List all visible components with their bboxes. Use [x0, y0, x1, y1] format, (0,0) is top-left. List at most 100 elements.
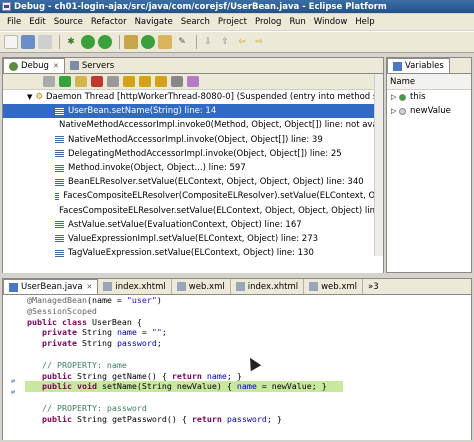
- menu-edit[interactable]: Edit: [25, 17, 49, 27]
- menu-prolog[interactable]: Prolog: [251, 17, 285, 27]
- external-tools-icon[interactable]: [98, 35, 112, 49]
- stack-frame-row[interactable]: FacesCompositeELResolver(CompositeELReso…: [3, 189, 383, 203]
- stack-frame-row[interactable]: NativeMethodAccessorImpl.invoke(Object, …: [3, 133, 383, 147]
- drop-to-frame-icon[interactable]: [171, 76, 183, 87]
- thread-icon: ⚙: [35, 92, 44, 103]
- thread-row[interactable]: ▼ ⚙ Daemon Thread [httpWorkerThread-8080…: [3, 90, 383, 104]
- variable-row[interactable]: ▷ newValue: [387, 104, 471, 118]
- annotation-prev-icon[interactable]: ⇧: [218, 35, 232, 49]
- stack-frame-row[interactable]: FacesCompositeELResolver.setValue(ELCont…: [3, 204, 383, 218]
- tab-label: Variables: [405, 61, 444, 71]
- disconnect-icon[interactable]: [107, 76, 119, 87]
- debug-scrollbar[interactable]: [374, 74, 383, 256]
- editor-tab-label: index.xhtml: [115, 281, 166, 292]
- editor-area: UserBean.java ✕ index.xhtml web.xml index.xh…: [2, 278, 472, 440]
- stack-frame-row[interactable]: DelegatingMethodAccessorImpl.invoke(Obje…: [3, 147, 383, 161]
- menu-search[interactable]: Search: [177, 17, 214, 27]
- debug-icon[interactable]: ✱: [64, 35, 78, 49]
- thread-label: Daemon Thread [httpWorkerThread-8080-0] …: [46, 92, 383, 103]
- code-line: private String password;: [42, 338, 162, 349]
- stack-frame-row[interactable]: NativeMethodAccessorImpl.invoke0(Method,…: [3, 118, 383, 132]
- variables-tabstrip: Variables: [387, 58, 471, 74]
- code-line: @SessionScoped: [27, 305, 97, 316]
- run-icon[interactable]: [81, 35, 95, 49]
- toolbar-separator: [59, 35, 60, 49]
- toolbar-separator: [196, 35, 197, 49]
- expand-arrow-icon[interactable]: ▷: [391, 93, 399, 101]
- menu-window[interactable]: Window: [310, 17, 352, 27]
- new-java-package-icon[interactable]: [124, 35, 138, 49]
- save-icon[interactable]: [21, 35, 35, 49]
- eclipse-icon: [2, 2, 11, 11]
- code-line: public String getName() { return name; }: [42, 370, 242, 381]
- menu-refactor[interactable]: Refactor: [87, 17, 131, 27]
- code-editor[interactable]: ⇄ ⇄ @ManagedBean(name = "user") @Session…: [3, 295, 471, 440]
- menu-source[interactable]: Source: [50, 17, 87, 27]
- tab-variables[interactable]: Variables: [387, 58, 450, 73]
- new-icon[interactable]: [4, 35, 18, 49]
- variables-list: ▷ this ▷ newValue: [387, 90, 471, 118]
- variables-view: Variables Name ▷ this ▷ newValue: [386, 57, 472, 273]
- variable-icon: [399, 107, 406, 115]
- bug-icon: [9, 61, 18, 71]
- expand-triangle-icon[interactable]: ▼: [27, 93, 32, 101]
- xml-file-icon: [103, 282, 113, 291]
- code-line: private String name = "";: [42, 327, 167, 338]
- editor-tab[interactable]: UserBean.java ✕: [3, 279, 99, 294]
- stack-frame-row[interactable]: Method.invoke(Object, Object...) line: 5…: [3, 161, 383, 175]
- menu-run[interactable]: Run: [285, 17, 309, 27]
- annotation-next-icon[interactable]: ⇩: [201, 35, 215, 49]
- menu-file[interactable]: File: [3, 17, 25, 27]
- debug-pointer-icon[interactable]: ⇄: [11, 388, 15, 396]
- step-return-icon[interactable]: [155, 76, 167, 87]
- close-icon[interactable]: ✕: [87, 283, 93, 291]
- print-icon[interactable]: [38, 35, 52, 49]
- new-class-icon[interactable]: [141, 35, 155, 49]
- debug-toolbar: [3, 74, 383, 90]
- resume-icon[interactable]: [59, 76, 71, 87]
- open-type-icon[interactable]: [158, 35, 172, 49]
- editor-tab[interactable]: index.xhtml: [231, 279, 305, 294]
- menu-help[interactable]: Help: [351, 17, 378, 27]
- stack-frame-label: TagValueExpression.setValue(ELContext, O…: [68, 248, 314, 259]
- stack-frame-row[interactable]: ValueExpressionImpl.setValue(ELContext, …: [3, 232, 383, 246]
- editor-tab[interactable]: index.xhtml: [98, 279, 172, 294]
- editor-tab-overflow[interactable]: »3: [363, 279, 384, 294]
- stack-frame-row[interactable]: UserBean.setName(String) line: 14: [3, 104, 383, 119]
- tab-debug[interactable]: Debug ✕: [3, 58, 65, 73]
- breakpoint-marker-icon[interactable]: ⇄: [11, 377, 15, 385]
- search-icon[interactable]: ✎: [175, 35, 189, 49]
- stack-frame-row[interactable]: BeanELResolver.setValue(ELContext, Objec…: [3, 175, 383, 189]
- back-icon[interactable]: ⇦: [235, 35, 249, 49]
- expand-arrow-icon[interactable]: ▷: [391, 107, 399, 115]
- suspend-icon[interactable]: [75, 76, 87, 87]
- tab-label: Servers: [81, 60, 115, 71]
- close-icon[interactable]: ✕: [53, 62, 59, 70]
- stack-frame-label: FacesCompositeELResolver.setValue(ELCont…: [59, 205, 383, 216]
- stack-frame-label: ValueExpressionImpl.setValue(ELContext, …: [68, 233, 319, 244]
- stack-frame-icon: [55, 221, 64, 229]
- menu-navigate[interactable]: Navigate: [131, 17, 177, 27]
- stack-frame-row[interactable]: AstValue.setValue(EvaluationContext, Obj…: [3, 218, 383, 232]
- editor-tab[interactable]: web.xml: [172, 279, 231, 294]
- use-step-filters-icon[interactable]: [187, 76, 199, 87]
- step-into-icon[interactable]: [123, 76, 135, 87]
- name-column-header[interactable]: Name: [387, 74, 471, 90]
- forward-icon[interactable]: ⇨: [252, 35, 266, 49]
- stack-frame-row[interactable]: TagValueExpression.setValue(ELContext, O…: [3, 246, 383, 260]
- stack-frame-icon: [55, 235, 64, 243]
- editor-tab-label: index.xhtml: [247, 281, 299, 292]
- step-over-icon[interactable]: [139, 76, 151, 87]
- stack-frame-icon: [55, 249, 64, 257]
- tab-servers[interactable]: Servers: [65, 58, 119, 73]
- menu-bar: File Edit Source Refactor Navigate Search Proj…: [0, 14, 474, 30]
- menu-project[interactable]: Project: [214, 17, 251, 27]
- remove-terminated-icon[interactable]: [43, 76, 55, 87]
- terminate-icon[interactable]: [91, 76, 103, 87]
- editor-tab[interactable]: web.xml: [304, 279, 364, 294]
- tab-label: Debug: [21, 61, 49, 71]
- variable-row[interactable]: ▷ this: [387, 90, 471, 104]
- stack-frame-icon: [55, 107, 64, 115]
- stack-frame-label: AstValue.setValue(EvaluationContext, Obj…: [68, 219, 302, 230]
- stack-frame-icon: [55, 150, 64, 158]
